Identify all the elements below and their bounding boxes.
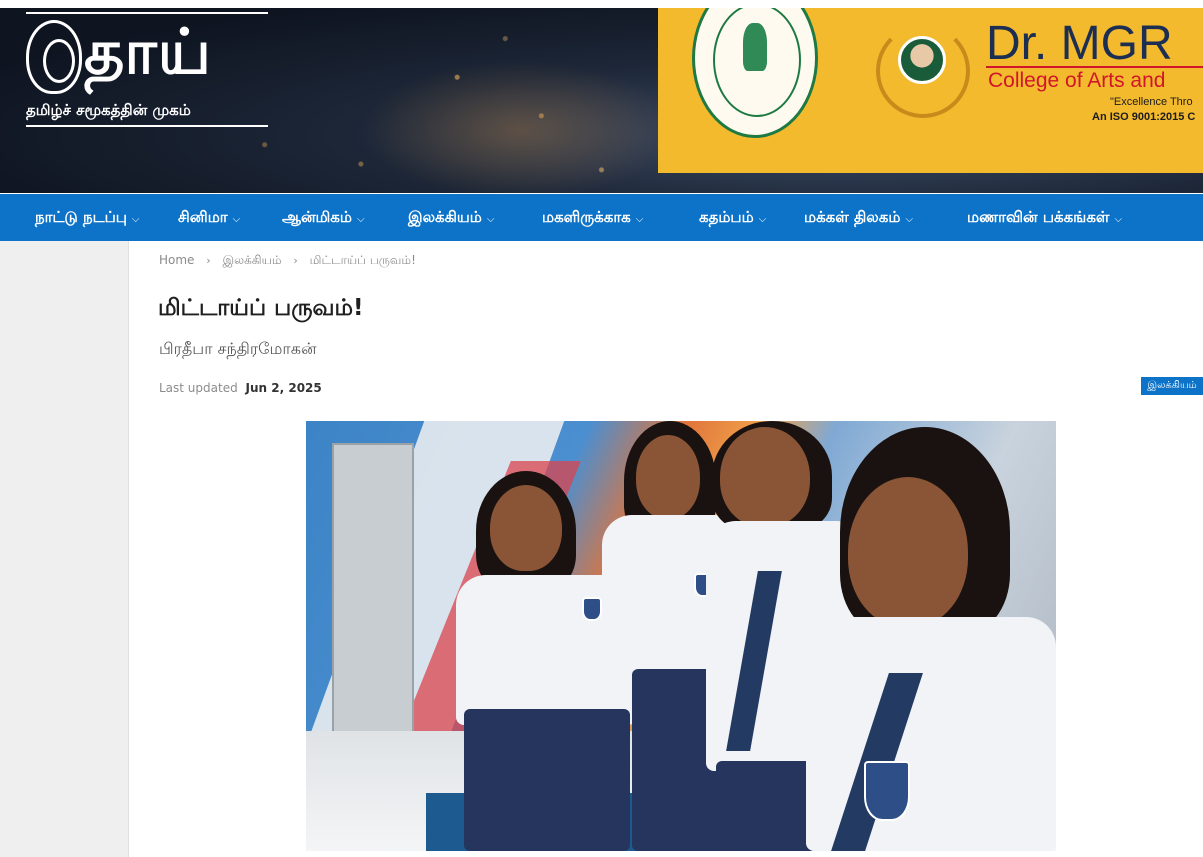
nav-item-spiritual[interactable]: ஆன்மிகம் ⌵ — [282, 194, 365, 241]
nav-item-cinema[interactable]: சினிமா ⌵ — [178, 194, 240, 241]
city-glow — [360, 60, 680, 193]
nav-item-label: ஆன்மிகம் — [282, 208, 352, 226]
left-gutter — [0, 241, 129, 857]
nav-item-national[interactable]: நாட்டு நடப்பு ⌵ — [35, 194, 140, 241]
ad-iso: An ISO 9001:2015 C — [1092, 111, 1196, 123]
mother-child-logo-icon — [26, 20, 82, 94]
chevron-down-icon: ⌵ — [635, 214, 644, 225]
nav-item-label: இலக்கியம் — [408, 208, 482, 226]
chevron-down-icon: ⌵ — [1114, 214, 1123, 225]
nav-item-label: மக்கள் திலகம் — [804, 208, 901, 226]
chevron-down-icon: ⌵ — [356, 214, 365, 225]
breadcrumb-home-link[interactable]: Home — [159, 250, 194, 270]
logo-title: தாய் — [84, 15, 212, 88]
student-figure — [806, 427, 1056, 851]
nav-item-label: மகளிருக்காக — [542, 208, 631, 226]
nav-item-makkal-thilagam[interactable]: மக்கள் திலகம் ⌵ — [804, 194, 913, 241]
main-navigation: நாட்டு நடப்பு ⌵ சினிமா ⌵ ஆன்மிகம் ⌵ இலக்கிய… — [0, 193, 1203, 241]
chevron-right-icon: › — [293, 254, 298, 267]
breadcrumb: Home › இலக்கியம் › மிட்டாய்ப் பருவம்! — [159, 250, 416, 270]
nav-item-mana-pages[interactable]: மணாவின் பக்கங்கள் ⌵ — [967, 194, 1122, 241]
nav-item-mix[interactable]: கதம்பம் ⌵ — [699, 194, 766, 241]
article-title: மிட்டாய்ப் பருவம்! — [158, 295, 364, 321]
article-author[interactable]: பிரதீபா சந்திரமோகன் — [159, 337, 759, 361]
category-badge[interactable]: இலக்கியம் — [1141, 377, 1203, 395]
chevron-down-icon: ⌵ — [232, 214, 241, 225]
article-meta: Last updated Jun 2, 2025 — [159, 378, 322, 398]
top-strip — [0, 0, 1203, 8]
site-logo[interactable]: தாய் தமிழ்ச் சமூகத்தின் முகம் — [26, 12, 268, 127]
nav-item-women[interactable]: மகளிருக்காக ⌵ — [542, 194, 643, 241]
nav-item-label: மணாவின் பக்கங்கள் — [967, 208, 1110, 226]
logo-tagline: தமிழ்ச் சமூகத்தின் முகம் — [26, 101, 191, 119]
nav-item-label: கதம்பம் — [699, 208, 754, 226]
chevron-down-icon: ⌵ — [131, 214, 140, 225]
last-updated-label: Last updated — [159, 381, 238, 395]
breadcrumb-category-link[interactable]: இலக்கியம் — [223, 250, 282, 270]
ad-motto: "Excellence Thro — [1110, 96, 1193, 108]
ad-college: College of Arts and — [988, 69, 1166, 92]
last-updated-date: Jun 2, 2025 — [245, 381, 322, 395]
nav-item-literature[interactable]: இலக்கியம் ⌵ — [408, 194, 494, 241]
advertisement-banner[interactable]: Dr. MGR College of Arts and "Excellence … — [658, 8, 1203, 173]
chevron-down-icon: ⌵ — [905, 214, 914, 225]
nav-item-label: சினிமா — [178, 208, 228, 226]
college-seal-icon — [692, 8, 818, 138]
portrait-icon — [898, 36, 946, 84]
breadcrumb-current: மிட்டாய்ப் பருவம்! — [309, 253, 416, 267]
nav-item-label: நாட்டு நடப்பு — [35, 208, 127, 226]
locker — [332, 443, 414, 733]
chevron-down-icon: ⌵ — [486, 214, 495, 225]
featured-image — [306, 421, 1056, 851]
site-header: தாய் தமிழ்ச் சமூகத்தின் முகம் Dr. MGR Co… — [0, 0, 1203, 193]
logo-bottom-rule — [26, 125, 268, 127]
chevron-right-icon: › — [206, 254, 211, 267]
chevron-down-icon: ⌵ — [758, 214, 767, 225]
